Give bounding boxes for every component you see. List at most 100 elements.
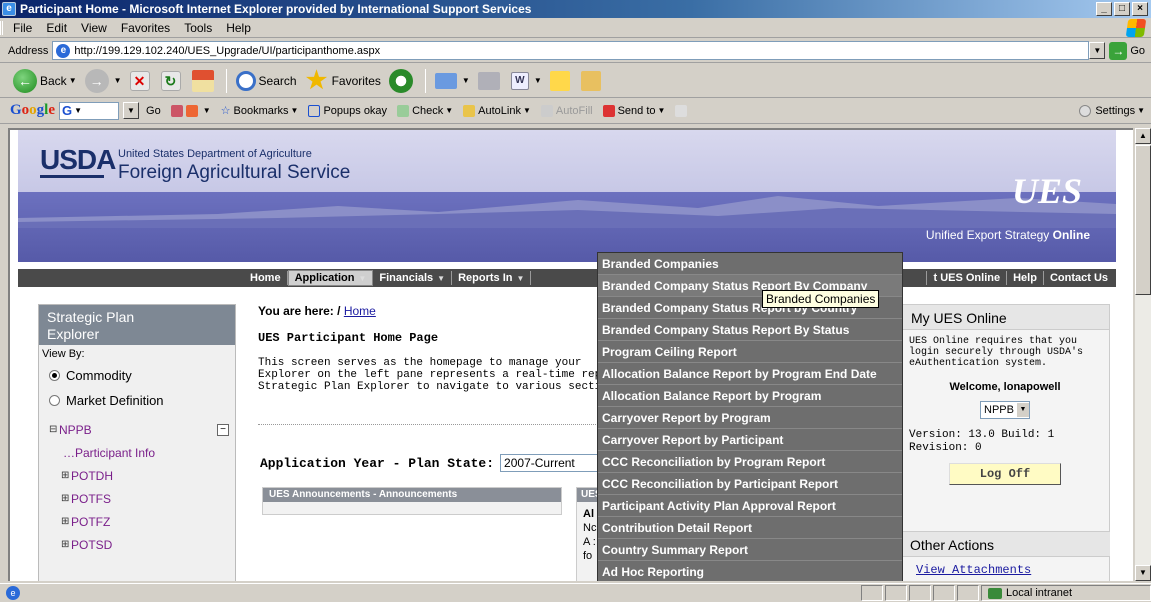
refresh-button[interactable]: ↻: [158, 67, 187, 95]
stop-button[interactable]: ✕: [127, 67, 156, 95]
plus-icon[interactable]: ⊞: [61, 470, 71, 481]
history-button[interactable]: [386, 67, 419, 95]
tree-node-potfz[interactable]: ⊞ POTFZ: [49, 510, 225, 533]
settings-button[interactable]: Settings ▼: [1079, 104, 1145, 117]
discuss-button[interactable]: [547, 67, 576, 95]
minimize-button[interactable]: _: [1096, 2, 1112, 16]
popups-button[interactable]: Popups okay: [305, 104, 390, 117]
menu-item-allocation-program[interactable]: Allocation Balance Report by Program: [598, 385, 902, 407]
menu-item-contribution-detail[interactable]: Contribution Detail Report: [598, 517, 902, 539]
bookmark-star-icon: ☆: [220, 105, 231, 117]
autofill-button[interactable]: AutoFill: [538, 104, 596, 117]
organization-select[interactable]: NPPB ▼: [980, 401, 1030, 419]
search-button[interactable]: Search: [233, 67, 300, 95]
mountain-graphic: [18, 196, 1116, 228]
menu-item-status-by-status[interactable]: Branded Company Status Report By Status: [598, 319, 902, 341]
star-icon: ★: [305, 66, 328, 94]
menu-item-branded-companies[interactable]: Branded Companies: [598, 253, 902, 275]
radio-commodity-label: Commodity: [66, 368, 132, 383]
sendto-icon: [602, 104, 615, 117]
menu-item-program-ceiling[interactable]: Program Ceiling Report: [598, 341, 902, 363]
nav-reports-in[interactable]: Reports In ▼: [452, 271, 532, 285]
menu-item-ccc-program[interactable]: CCC Reconciliation by Program Report: [598, 451, 902, 473]
menu-view[interactable]: View: [74, 21, 114, 35]
google-dropdown-icon[interactable]: ▼: [123, 102, 140, 119]
nav-financials[interactable]: Financials ▼: [373, 271, 453, 285]
collapse-tree-icon[interactable]: −: [217, 423, 229, 436]
nav-about-ues-online[interactable]: t UES Online: [926, 271, 1006, 285]
security-zone: Local intranet: [981, 585, 1151, 601]
usda-logo[interactable]: USDA: [40, 144, 116, 178]
menu-item-ad-hoc[interactable]: Ad Hoc Reporting: [598, 561, 902, 581]
highlight-button[interactable]: [672, 104, 693, 117]
radio-commodity-dot[interactable]: [49, 370, 60, 381]
favorites-button[interactable]: ★ Favorites: [302, 67, 384, 95]
log-off-button[interactable]: Log Off: [949, 463, 1061, 485]
view-attachments-link[interactable]: View Attachments: [916, 563, 1031, 577]
tree-node-label[interactable]: Participant Info: [75, 446, 155, 460]
messenger-button[interactable]: [578, 67, 607, 95]
sendto-button[interactable]: Send to ▼: [600, 104, 669, 117]
autolink-button[interactable]: AutoLink ▼: [460, 104, 534, 117]
menu-file[interactable]: File: [0, 20, 39, 35]
tree-node-potsd[interactable]: ⊞ POTSD: [49, 533, 225, 556]
tree-node-label[interactable]: POTSD: [71, 538, 112, 552]
menu-item-ccc-participant[interactable]: CCC Reconciliation by Participant Report: [598, 473, 902, 495]
status-pane: [957, 585, 979, 601]
ie-app-icon: e: [2, 2, 16, 16]
back-button[interactable]: ← Back ▼: [10, 67, 80, 95]
menu-tools[interactable]: Tools: [177, 21, 219, 35]
bookmarks-button[interactable]: ☆ Bookmarks ▼: [218, 104, 302, 118]
address-input[interactable]: e http://199.129.102.240/UES_Upgrade/UI/…: [52, 41, 1090, 60]
spellcheck-icon: [397, 104, 410, 117]
edit-button[interactable]: W ▼: [508, 67, 545, 95]
vertical-scrollbar[interactable]: ▲ ▼: [1135, 128, 1151, 581]
tree-node-label[interactable]: POTFZ: [71, 515, 110, 529]
menu-item-allocation-end-date[interactable]: Allocation Balance Report by Program End…: [598, 363, 902, 385]
radio-market-dot[interactable]: [49, 395, 60, 406]
home-button[interactable]: [189, 67, 220, 95]
address-dropdown-icon[interactable]: ▼: [1089, 42, 1106, 59]
go-button[interactable]: → Go: [1105, 41, 1151, 60]
menu-edit[interactable]: Edit: [39, 21, 74, 35]
google-extra-buttons[interactable]: ▼: [168, 104, 214, 117]
radio-commodity[interactable]: Commodity: [39, 364, 235, 389]
radio-market-definition[interactable]: Market Definition: [39, 389, 235, 414]
plus-icon[interactable]: ⊞: [61, 493, 71, 504]
close-button[interactable]: ×: [1132, 2, 1148, 16]
tree-node-potfs[interactable]: ⊞ POTFS: [49, 487, 225, 510]
tree-node-label[interactable]: POTFS: [71, 492, 111, 506]
mail-button[interactable]: ▼: [432, 67, 473, 95]
plus-icon[interactable]: ⊞: [61, 539, 71, 550]
maximize-button[interactable]: □: [1114, 2, 1130, 16]
scroll-thumb[interactable]: [1135, 145, 1151, 295]
menu-favorites[interactable]: Favorites: [114, 21, 177, 35]
google-go-button[interactable]: Go: [143, 105, 164, 117]
scroll-up-icon[interactable]: ▲: [1135, 128, 1151, 144]
scroll-down-icon[interactable]: ▼: [1135, 565, 1151, 581]
spellcheck-button[interactable]: Check ▼: [394, 104, 456, 117]
nav-home[interactable]: Home: [244, 271, 288, 285]
forward-button[interactable]: → ▼: [82, 67, 125, 95]
menu-bar: File Edit View Favorites Tools Help: [0, 18, 1151, 38]
nav-contact-us[interactable]: Contact Us: [1042, 271, 1114, 285]
tree-node-potdh[interactable]: ⊞ POTDH: [49, 464, 225, 487]
plus-icon[interactable]: ⊞: [61, 516, 71, 527]
menu-help[interactable]: Help: [219, 21, 258, 35]
menu-item-carryover-participant[interactable]: Carryover Report by Participant: [598, 429, 902, 451]
tree-root-label[interactable]: NPPB: [59, 423, 92, 437]
select-dropdown-icon[interactable]: ▼: [1017, 403, 1029, 417]
print-button[interactable]: [475, 67, 506, 95]
minus-icon[interactable]: ⊟: [49, 424, 59, 435]
version-info: Version: 13.0 Build: 1 Revision: 0: [909, 429, 1055, 454]
menu-item-activity-plan-approval[interactable]: Participant Activity Plan Approval Repor…: [598, 495, 902, 517]
nav-application[interactable]: Application ▼: [287, 270, 374, 286]
google-search-input[interactable]: G ▼: [59, 101, 120, 120]
tree-node-participant-info[interactable]: … Participant Info: [49, 441, 225, 464]
menu-item-carryover-program[interactable]: Carryover Report by Program: [598, 407, 902, 429]
breadcrumb-home-link[interactable]: Home: [344, 304, 376, 318]
tree-node-root[interactable]: ⊟ NPPB −: [49, 418, 229, 441]
nav-help[interactable]: Help: [1006, 271, 1043, 285]
tree-node-label[interactable]: POTDH: [71, 469, 113, 483]
menu-item-country-summary[interactable]: Country Summary Report: [598, 539, 902, 561]
